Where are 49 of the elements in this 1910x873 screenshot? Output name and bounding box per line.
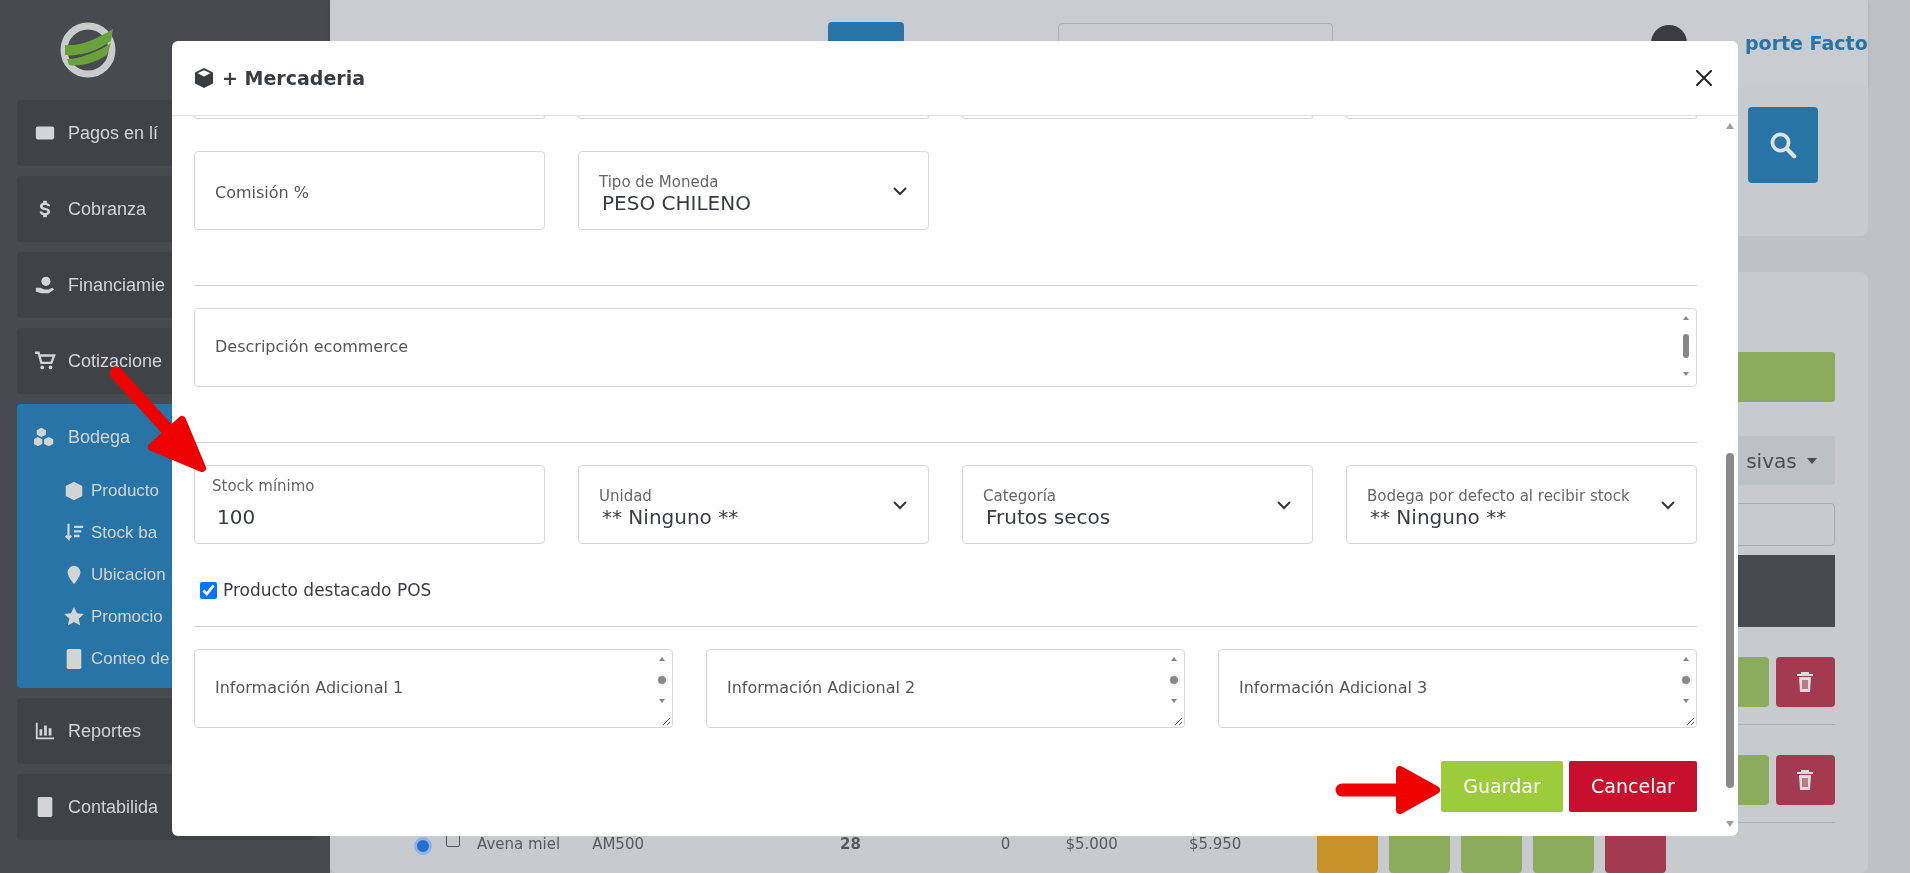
checkbox[interactable] — [200, 582, 217, 600]
sort-down-icon — [63, 522, 85, 544]
select-field[interactable]: Bodega por defecto al recibir stock ** Ninguno ** — [1346, 465, 1697, 544]
caret-icon — [1806, 457, 1817, 464]
table-cell-text: 28 — [840, 834, 861, 855]
select-field[interactable]: Tipo de Moneda PESO CHILENO — [578, 151, 929, 230]
input-field[interactable] — [1346, 116, 1697, 119]
select-field[interactable]: Categoría Frutos secos — [962, 465, 1313, 544]
search-button[interactable] — [1747, 107, 1818, 184]
text-area[interactable]: Información Adicional 2 — [706, 648, 1185, 728]
field-label: Stock mínimo — [212, 478, 315, 495]
sidebar-item[interactable]: Reportes — [17, 698, 313, 764]
hand-coin-icon — [34, 274, 56, 296]
text-area[interactable]: Información Adicional 1 — [194, 648, 673, 728]
star-icon — [63, 606, 85, 628]
sidebar-item[interactable]: Contabilida — [17, 774, 313, 840]
table-cell-text: AM500 — [592, 834, 644, 855]
text-area[interactable]: Información Adicional 3 — [1218, 648, 1697, 728]
select-field[interactable]: Unidad ** Ninguno ** — [578, 465, 929, 544]
resize-grip-icon[interactable] — [1173, 715, 1183, 726]
delete-button[interactable] — [1775, 656, 1835, 707]
input-field[interactable] — [194, 116, 545, 119]
bar-chart-icon — [34, 720, 56, 742]
resize-grip-icon[interactable] — [1685, 715, 1695, 726]
text-area[interactable]: Descripción ecommerce — [194, 308, 1697, 387]
action-button[interactable] — [1317, 833, 1379, 873]
input-field[interactable]: Comisión % — [194, 151, 545, 230]
cart-icon — [34, 350, 56, 372]
boxes-icon — [34, 426, 56, 448]
radio-button[interactable] — [414, 837, 432, 855]
resize-grip-icon[interactable] — [661, 715, 671, 726]
trash-icon — [1796, 670, 1815, 693]
trash-icon — [1796, 768, 1815, 791]
search-icon — [1767, 130, 1798, 161]
action-button[interactable] — [1605, 833, 1667, 873]
cube-icon — [63, 480, 85, 502]
input-field[interactable] — [962, 116, 1313, 119]
table-cell-text: $5.950 — [1188, 834, 1242, 855]
table-cell-text: $5.000 — [1065, 834, 1118, 855]
delete-button[interactable] — [1775, 754, 1835, 805]
sidebar-item[interactable]: Pagos en lí — [17, 100, 313, 166]
logo-icon — [59, 21, 117, 79]
sidebar-item[interactable]: Financiamie — [17, 252, 313, 318]
table-cell-text: Avena miel — [477, 834, 561, 855]
modal-title: + Mercaderia — [222, 65, 365, 91]
table-cell-text: 0 — [1000, 834, 1011, 855]
cancel-button[interactable]: Cancelar — [1569, 760, 1697, 812]
cube-icon — [194, 67, 214, 89]
input-field[interactable] — [578, 116, 929, 119]
